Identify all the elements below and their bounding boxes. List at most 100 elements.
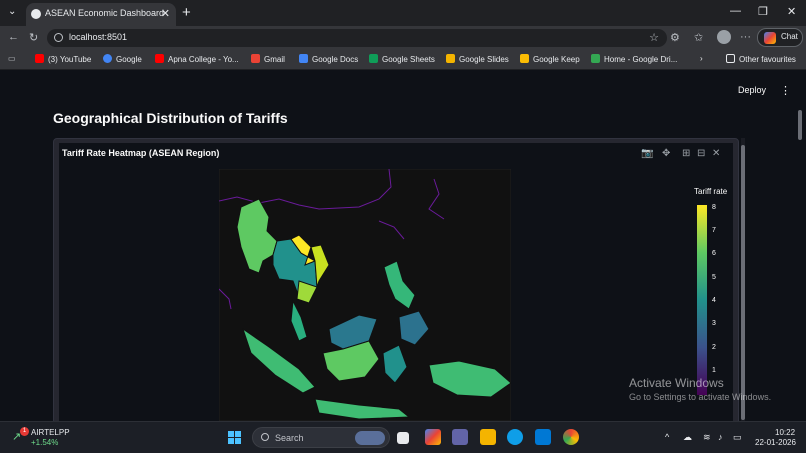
profile-avatar[interactable]	[717, 30, 731, 44]
more-menu-icon[interactable]: ···	[740, 31, 751, 43]
colorbar-tick: 7	[712, 227, 716, 234]
windows-start-icon[interactable]	[228, 431, 242, 445]
chrome-icon[interactable]	[563, 429, 579, 445]
chart-title: Tariff Rate Heatmap (ASEAN Region)	[62, 148, 220, 158]
stock-change: +1.54%	[31, 438, 59, 447]
colorbar	[697, 205, 707, 395]
other-favourites[interactable]: Other favourites	[726, 54, 796, 64]
deploy-button[interactable]: Deploy	[738, 85, 766, 95]
sheets-icon	[369, 54, 378, 63]
bookmark-label: Google Sheets	[382, 55, 435, 64]
youtube-icon	[35, 54, 44, 63]
app-menu-icon[interactable]: ⋮	[780, 84, 791, 97]
vscode-icon[interactable]	[535, 429, 551, 445]
bookmark-google-keep[interactable]: Google Keep	[520, 54, 580, 64]
colorbar-tick: 6	[712, 250, 716, 257]
bookmark-youtube[interactable]: (3) YouTube	[35, 54, 91, 64]
youtube-icon	[155, 54, 164, 63]
bookmark-label: Gmail	[264, 55, 285, 64]
activate-windows-hint: Go to Settings to activate Windows.	[629, 392, 772, 402]
colorbar-tick: 1	[712, 367, 716, 374]
tab-list-icon[interactable]: ⌄	[8, 6, 16, 17]
gmail-icon	[251, 54, 260, 63]
tab-favicon-icon	[31, 9, 41, 19]
copilot-app-icon[interactable]	[425, 429, 441, 445]
extensions-icon[interactable]: ⚙	[670, 31, 680, 44]
bookmark-label: Google Slides	[459, 55, 509, 64]
bookmarks-overflow-icon[interactable]: ›	[700, 54, 703, 63]
site-info-icon[interactable]	[54, 33, 63, 42]
zoom-out-icon[interactable]: ⊟	[697, 148, 705, 159]
teams-icon[interactable]	[452, 429, 468, 445]
colorbar-tick: 2	[712, 344, 716, 351]
colorbar-tick: 5	[712, 274, 716, 281]
slides-icon	[446, 54, 455, 63]
clock-date[interactable]: 22-01-2026	[755, 438, 796, 447]
clock-time[interactable]: 10:22	[775, 428, 795, 437]
minimize-button[interactable]: —	[730, 5, 741, 17]
other-favourites-label: Other favourites	[739, 55, 796, 64]
favourite-star-icon[interactable]: ☆	[649, 31, 659, 44]
asean-map[interactable]	[219, 169, 511, 421]
restore-button[interactable]: ❐	[758, 5, 768, 18]
new-tab-button[interactable]: +	[182, 4, 191, 21]
colorbar-title: Tariff rate	[694, 187, 728, 196]
show-hidden-icons[interactable]: ^	[665, 432, 669, 442]
google-icon	[103, 54, 112, 63]
bookmark-google-slides[interactable]: Google Slides	[446, 54, 509, 64]
bookmark-label: Google Docs	[312, 55, 359, 64]
keep-icon	[520, 54, 529, 63]
bookmark-google[interactable]: Google	[103, 54, 142, 64]
colorbar-tick: 3	[712, 320, 716, 327]
browser-title-bar: ⌄ ASEAN Economic Dashboard ✕ + — ❐ ✕	[0, 0, 806, 26]
weather-icon[interactable]: ☁	[683, 432, 692, 443]
bookmark-apps-icon[interactable]: ▭	[8, 54, 16, 63]
bookmark-google-docs[interactable]: Google Docs	[299, 54, 358, 64]
search-placeholder: Search	[275, 433, 304, 443]
file-explorer-icon[interactable]	[480, 429, 496, 445]
battery-icon[interactable]: ▭	[733, 432, 742, 443]
bookmark-google-drive[interactable]: Home - Google Dri...	[591, 54, 677, 64]
bookmark-label: Google Keep	[533, 55, 580, 64]
colorbar-tick: 8	[712, 204, 716, 211]
volume-icon[interactable]: ♪	[718, 432, 723, 442]
copilot-icon	[764, 32, 776, 44]
close-window-button[interactable]: ✕	[787, 5, 796, 18]
bookmark-label: Apna College - Yo...	[168, 55, 239, 64]
bookmark-gmail[interactable]: Gmail	[251, 54, 285, 64]
bookmark-google-sheets[interactable]: Google Sheets	[369, 54, 435, 64]
bookmark-label: Home - Google Dri...	[604, 55, 678, 64]
browser-tab[interactable]: ASEAN Economic Dashboard ✕	[26, 3, 176, 26]
reload-icon[interactable]: ↻	[29, 31, 38, 44]
chat-label: Chat	[781, 32, 798, 41]
bookmarks-bar: ▭ (3) YouTube Google Apna College - Yo..…	[0, 49, 806, 70]
favourites-icon[interactable]: ✩	[694, 31, 703, 44]
reset-icon[interactable]: ✕	[712, 148, 720, 159]
wifi-icon[interactable]: ≋	[703, 432, 711, 443]
tab-close-icon[interactable]: ✕	[161, 7, 170, 20]
search-highlight-icon	[355, 431, 385, 445]
taskbar-search[interactable]: Search	[252, 427, 390, 448]
bookmark-apna-college[interactable]: Apna College - Yo...	[155, 54, 239, 64]
tab-title: ASEAN Economic Dashboard	[45, 8, 165, 18]
camera-icon[interactable]: 📷	[641, 148, 653, 159]
stock-name[interactable]: AIRTELPP	[31, 428, 70, 437]
pan-icon[interactable]: ✥	[662, 148, 670, 159]
bookmark-label: Google	[116, 55, 142, 64]
back-icon[interactable]: ←	[8, 31, 19, 43]
task-view-icon[interactable]	[397, 432, 409, 444]
edge-icon[interactable]	[507, 429, 523, 445]
copilot-chat-button[interactable]: Chat	[757, 28, 803, 47]
drive-icon	[591, 54, 600, 63]
zoom-in-icon[interactable]: ⊞	[682, 148, 690, 159]
search-icon	[261, 433, 269, 441]
url-text[interactable]: localhost:8501	[69, 32, 127, 42]
folder-icon	[726, 54, 735, 63]
bookmark-label: (3) YouTube	[48, 55, 92, 64]
page-scrollbar[interactable]	[798, 110, 802, 140]
section-title: Geographical Distribution of Tariffs	[53, 110, 288, 126]
colorbar-tick: 4	[712, 297, 716, 304]
chart-scrollbar[interactable]	[741, 145, 745, 420]
address-bar[interactable]: localhost:8501 ☆	[47, 29, 667, 47]
notification-badge: 1	[20, 427, 29, 436]
